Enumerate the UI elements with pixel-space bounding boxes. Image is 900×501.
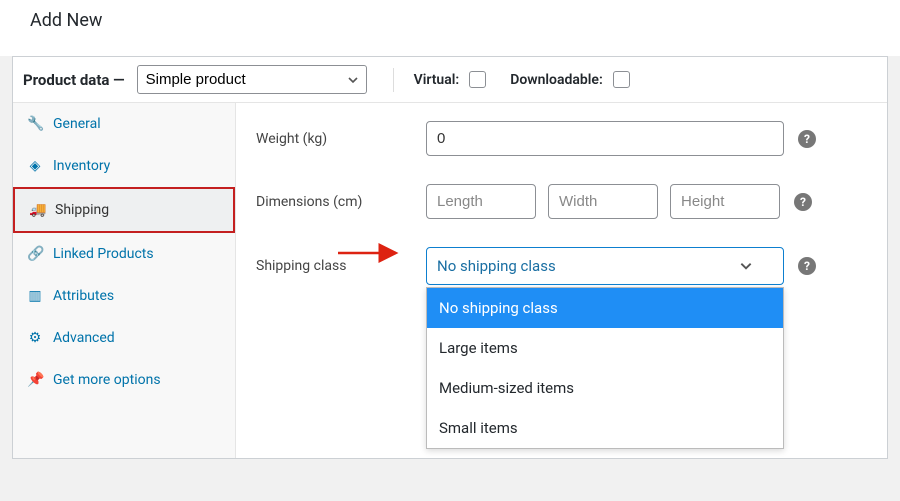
product-data-header: Product data — Simple product Virtual: D…: [13, 57, 887, 103]
page-title: Add New: [0, 0, 900, 56]
dimensions-help-icon[interactable]: ?: [794, 193, 812, 211]
chevron-down-icon: [739, 259, 753, 273]
tab-label: Get more options: [53, 372, 161, 388]
tab-label: General: [53, 116, 101, 132]
box-icon: ▥: [27, 288, 43, 304]
link-icon: 🔗: [27, 246, 43, 262]
shipping-class-label: Shipping class: [256, 258, 426, 274]
weight-label: Weight (kg): [256, 131, 426, 147]
tab-content-shipping: Weight (kg) ? Dimensions (cm) ? Shipping…: [236, 103, 887, 458]
shipping-class-option[interactable]: Medium-sized items: [427, 368, 783, 408]
dimensions-label: Dimensions (cm): [256, 194, 426, 210]
tab-general[interactable]: 🔧 General: [13, 103, 235, 145]
tab-get-more-options[interactable]: 📌 Get more options: [13, 359, 235, 401]
height-input[interactable]: [670, 184, 780, 219]
header-divider: [393, 68, 394, 92]
list-icon: ◈: [27, 158, 43, 174]
weight-help-icon[interactable]: ?: [798, 130, 816, 148]
tab-attributes[interactable]: ▥ Attributes: [13, 275, 235, 317]
shipping-class-help-icon[interactable]: ?: [798, 257, 816, 275]
length-input[interactable]: [426, 184, 536, 219]
wrench-icon: 🔧: [27, 116, 43, 132]
tab-label: Shipping: [55, 202, 109, 218]
weight-row: Weight (kg) ?: [256, 121, 867, 156]
product-data-tabs: 🔧 General ◈ Inventory 🚚 Shipping 🔗 Linke…: [13, 103, 236, 458]
product-data-panel: Product data — Simple product Virtual: D…: [12, 56, 888, 459]
downloadable-checkbox[interactable]: [613, 71, 630, 88]
shipping-class-option[interactable]: Small items: [427, 408, 783, 448]
pin-icon: 📌: [27, 372, 43, 388]
shipping-class-dropdown: No shipping class Large items Medium-siz…: [426, 287, 784, 449]
tab-label: Inventory: [53, 158, 110, 174]
dimensions-row: Dimensions (cm) ?: [256, 184, 867, 219]
weight-input[interactable]: [426, 121, 784, 156]
tab-label: Attributes: [53, 288, 114, 304]
truck-icon: 🚚: [29, 202, 45, 218]
tab-advanced[interactable]: ⚙ Advanced: [13, 317, 235, 359]
virtual-checkbox[interactable]: [469, 71, 486, 88]
tab-shipping[interactable]: 🚚 Shipping: [13, 187, 235, 233]
tab-inventory[interactable]: ◈ Inventory: [13, 145, 235, 187]
gear-icon: ⚙: [27, 330, 43, 346]
tab-label: Linked Products: [53, 246, 154, 262]
tab-label: Advanced: [53, 330, 115, 346]
virtual-label: Virtual:: [414, 72, 460, 88]
shipping-class-option[interactable]: Large items: [427, 328, 783, 368]
product-data-label: Product data —: [23, 71, 125, 89]
product-type-select[interactable]: Simple product: [137, 65, 367, 94]
shipping-class-select[interactable]: No shipping class: [426, 247, 784, 285]
width-input[interactable]: [548, 184, 658, 219]
downloadable-label: Downloadable:: [510, 72, 603, 88]
tab-linked-products[interactable]: 🔗 Linked Products: [13, 233, 235, 275]
shipping-class-row: Shipping class No shipping class No ship…: [256, 247, 867, 285]
shipping-class-selected-text: No shipping class: [437, 257, 556, 275]
shipping-class-option[interactable]: No shipping class: [427, 288, 783, 328]
